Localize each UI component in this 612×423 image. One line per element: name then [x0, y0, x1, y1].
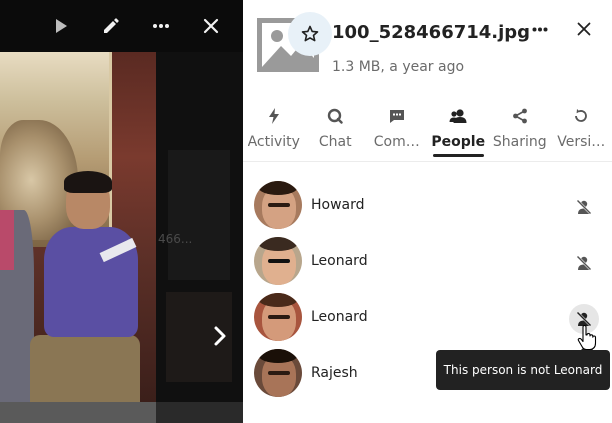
image-viewer: BEN-HUR 466... — [0, 0, 243, 423]
tab-comments[interactable]: Com… — [366, 100, 428, 162]
sidebar-more-button[interactable] — [523, 12, 557, 46]
list-item[interactable]: Leonard — [243, 234, 612, 290]
star-outline-icon — [301, 25, 319, 42]
viewer-close-button[interactable] — [187, 4, 235, 48]
close-icon — [203, 18, 219, 34]
tab-sharing[interactable]: Sharing — [489, 100, 551, 162]
not-this-person-button[interactable] — [569, 192, 599, 222]
more-horizontal-icon — [153, 24, 169, 28]
avatar — [254, 293, 302, 341]
sidebar-header: 100_528466714.jpg 1.3 MB, a year ago — [243, 0, 612, 92]
person-name: Rajesh — [311, 365, 358, 381]
tab-chat[interactable]: Chat — [305, 100, 367, 162]
person-remove-icon — [576, 199, 592, 215]
tab-label: People — [431, 134, 486, 150]
favorite-button[interactable] — [288, 12, 332, 56]
hand-cursor-icon — [577, 325, 597, 351]
comment-icon — [389, 109, 404, 123]
not-this-person-button[interactable] — [569, 248, 599, 278]
avatar — [254, 349, 302, 397]
tab-versions[interactable]: Versi… — [551, 100, 612, 162]
slideshow-button[interactable] — [37, 4, 85, 48]
next-image-button[interactable] — [200, 312, 240, 360]
list-item[interactable]: Howard — [243, 178, 612, 234]
chat-icon — [328, 108, 343, 124]
photo-hair — [64, 171, 112, 193]
tab-label: Sharing — [492, 134, 547, 150]
background-tile-text: 466... — [158, 232, 193, 246]
play-icon — [56, 19, 67, 33]
file-name: 100_528466714.jpg — [332, 22, 531, 43]
background-tile — [168, 150, 230, 280]
file-meta: 1.3 MB, a year ago — [332, 59, 465, 75]
history-icon — [575, 109, 588, 122]
sidebar-tabs: Activity Chat Com… People Sharing Versi… — [243, 100, 612, 162]
share-icon — [512, 108, 527, 124]
list-item[interactable]: Leonard — [243, 290, 612, 346]
viewer-more-button[interactable] — [137, 4, 185, 48]
avatar — [254, 181, 302, 229]
person-name: Leonard — [311, 309, 368, 325]
lightning-icon — [268, 108, 279, 124]
more-horizontal-icon — [532, 27, 548, 31]
tab-label: Versi… — [557, 134, 606, 150]
tab-activity[interactable]: Activity — [243, 100, 305, 162]
viewer-toolbar — [0, 0, 243, 52]
person-remove-icon — [576, 255, 592, 271]
person-name: Leonard — [311, 253, 368, 269]
photo-person-left-top — [0, 210, 14, 270]
tab-label: Chat — [318, 134, 352, 150]
sidebar-close-button[interactable] — [567, 12, 601, 46]
people-icon — [449, 109, 467, 123]
pencil-icon — [104, 18, 119, 33]
close-icon — [577, 22, 591, 36]
tab-label: Activity — [247, 134, 300, 150]
viewer-bottom-strip-photo — [0, 402, 156, 423]
photo-person-main — [30, 171, 140, 423]
tab-people[interactable]: People — [428, 100, 490, 162]
edit-button[interactable] — [87, 4, 135, 48]
avatar — [254, 237, 302, 285]
tooltip: This person is not Leonard — [436, 344, 610, 390]
person-name: Howard — [311, 197, 365, 213]
chevron-right-icon — [214, 326, 226, 346]
tab-label: Com… — [373, 134, 420, 150]
